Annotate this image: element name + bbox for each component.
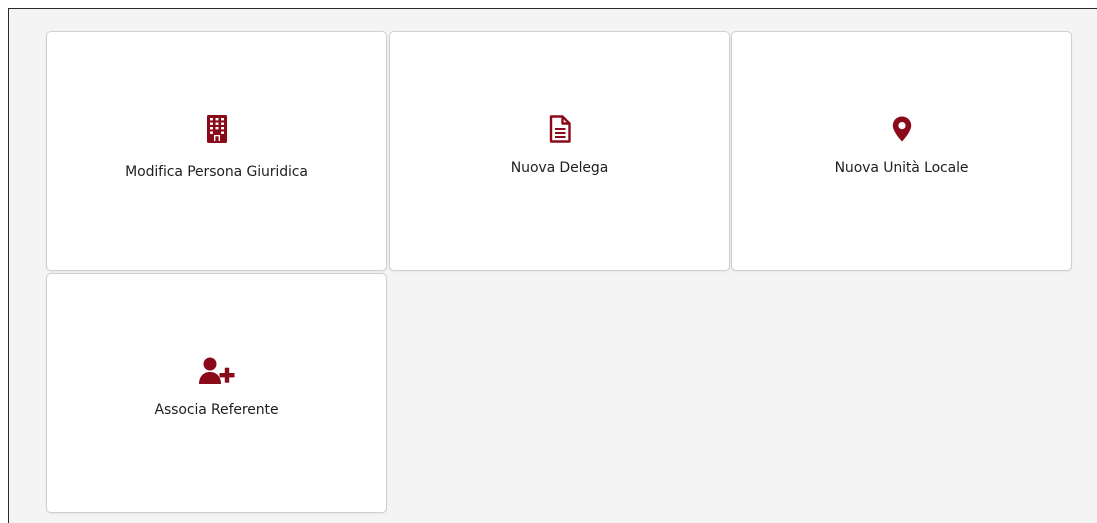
map-pin-icon — [892, 116, 911, 142]
nuova-unita-locale-tile[interactable]: Nuova Unità Locale — [731, 31, 1072, 271]
tile-label: Nuova Delega — [510, 160, 609, 176]
nuova-delega-tile[interactable]: Nuova Delega — [389, 31, 730, 271]
tile-label: Associa Referente — [154, 402, 279, 418]
document-icon — [549, 115, 571, 143]
tile-label: Modifica Persona Giuridica — [125, 164, 308, 180]
tiles-panel: Modifica Persona Giuridica Nuova Delega … — [8, 8, 1097, 523]
tile-label: Nuova Unità Locale — [834, 160, 969, 176]
associa-referente-tile[interactable]: Associa Referente — [46, 273, 387, 513]
building-icon — [206, 115, 227, 143]
user-plus-icon — [198, 357, 234, 384]
modifica-persona-giuridica-tile[interactable]: Modifica Persona Giuridica — [46, 31, 387, 271]
